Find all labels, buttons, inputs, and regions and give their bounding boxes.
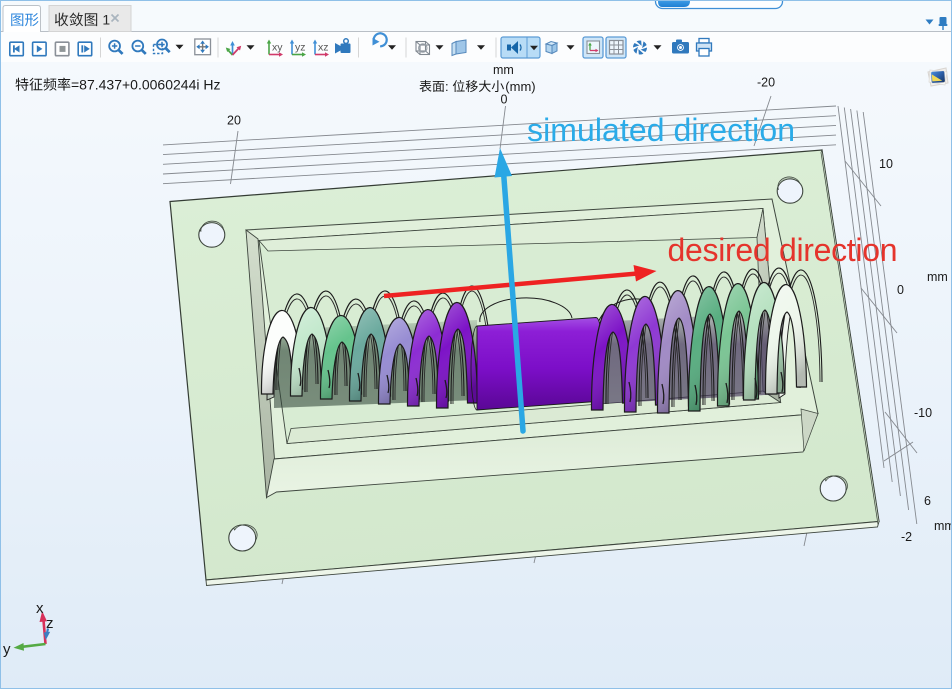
svg-text:20: 20	[227, 114, 241, 128]
svg-text:(mm): (mm)	[505, 79, 535, 94]
svg-text:desired direction: desired direction	[668, 232, 898, 268]
svg-text::: :	[445, 79, 449, 94]
svg-text:mm: mm	[934, 519, 952, 533]
svg-text:simulated direction: simulated direction	[527, 112, 795, 148]
svg-text:xz: xz	[318, 42, 329, 54]
svg-text:mm: mm	[927, 270, 948, 284]
svg-text:1: 1	[102, 12, 110, 28]
svg-text:0: 0	[897, 283, 904, 297]
svg-text:10: 10	[879, 157, 893, 171]
svg-text:=87.437+0.0060244i Hz: =87.437+0.0060244i Hz	[71, 77, 220, 93]
svg-text:x: x	[36, 600, 44, 617]
svg-text:-2: -2	[901, 530, 912, 544]
svg-text:-20: -20	[757, 76, 775, 90]
svg-text:yz: yz	[295, 42, 306, 54]
svg-text:y: y	[3, 641, 11, 658]
svg-text:mm: mm	[493, 63, 514, 77]
svg-text:z: z	[46, 615, 54, 632]
svg-text:xy: xy	[272, 42, 283, 54]
svg-text:0: 0	[501, 93, 508, 107]
svg-text:6: 6	[924, 494, 931, 508]
svg-text:-10: -10	[914, 406, 932, 420]
